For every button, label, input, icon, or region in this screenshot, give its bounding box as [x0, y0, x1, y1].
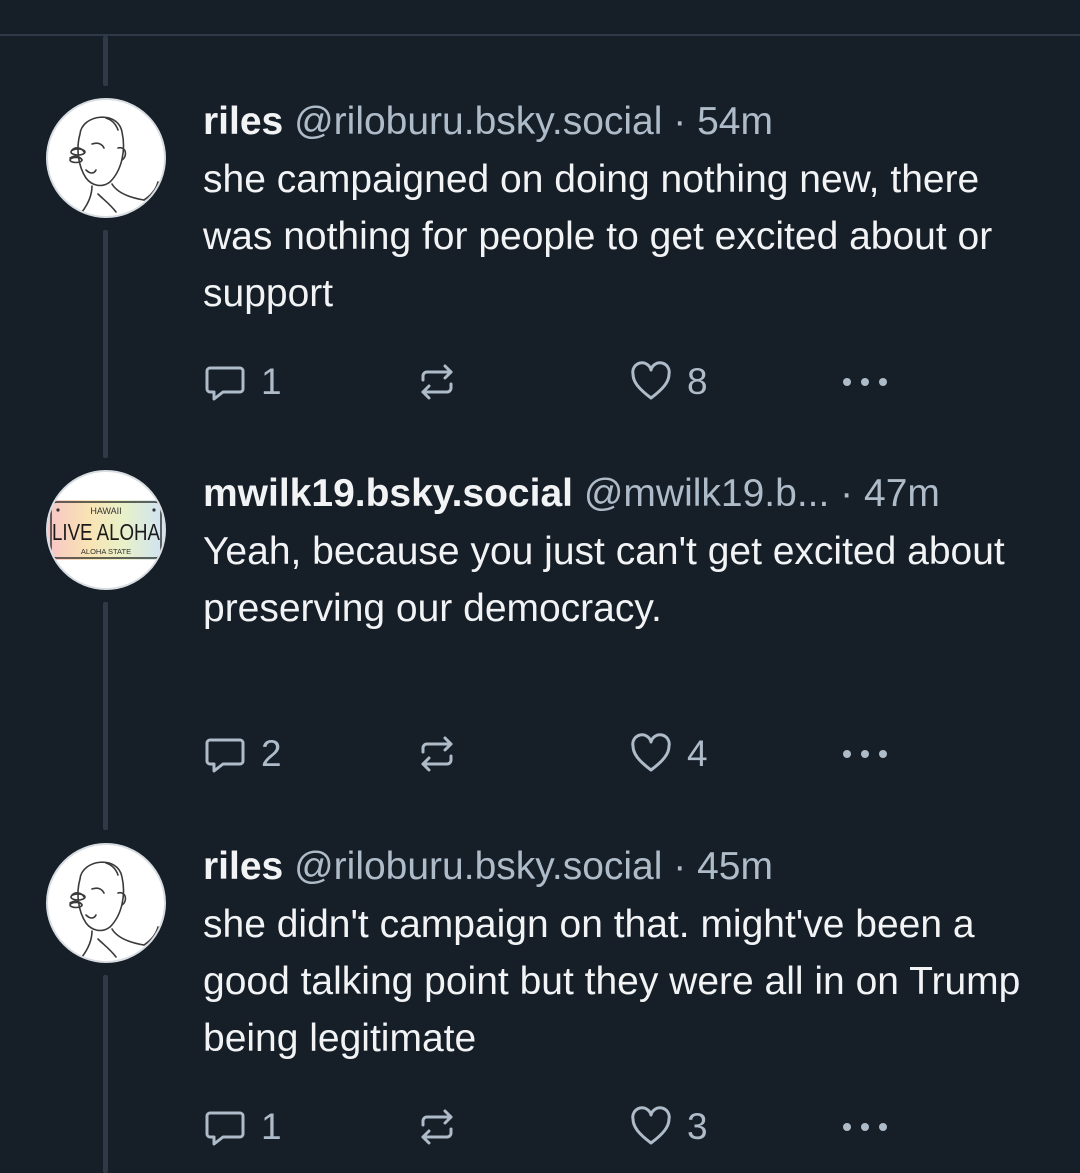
license-plate-avatar-icon: HAWAII LIVE ALOHA ALOHA STATE [48, 500, 164, 560]
plate-slogan-text: LIVE ALOHA [52, 519, 161, 545]
timestamp[interactable]: 54m [697, 100, 773, 143]
timestamp[interactable]: 45m [697, 845, 773, 888]
more-dots-icon [843, 378, 887, 386]
more-options-button[interactable] [839, 1105, 891, 1149]
reply-count: 1 [261, 1106, 282, 1147]
post-actions: 1 8 [203, 360, 1043, 404]
timestamp[interactable]: 47m [864, 472, 940, 515]
author-name[interactable]: riles [203, 845, 283, 888]
separator-dot: · [840, 472, 854, 515]
repost-button[interactable] [415, 360, 459, 404]
author-handle[interactable]: @mwilk19.b... [584, 472, 829, 515]
separator-dot: · [673, 100, 687, 143]
post-actions: 2 4 [203, 732, 1043, 776]
post-header: mwilk19.bsky.social @mwilk19.b... · 47m [203, 471, 1043, 517]
avatar[interactable] [46, 843, 166, 963]
reply-button[interactable]: 2 [203, 732, 282, 776]
post-text: she campaigned on doing nothing new, the… [203, 158, 993, 315]
reply-count: 2 [261, 733, 282, 774]
author-name[interactable]: mwilk19.bsky.social [203, 472, 573, 515]
reply-button[interactable]: 1 [203, 1105, 282, 1149]
heart-icon [631, 1106, 671, 1145]
post[interactable]: riles @riloburu.bsky.social · 54m she ca… [0, 98, 1080, 438]
post-content: riles @riloburu.bsky.social · 45m she di… [203, 843, 1043, 1067]
heart-icon [631, 733, 671, 772]
post-content: riles @riloburu.bsky.social · 54m she ca… [203, 98, 1043, 322]
author-handle[interactable]: @riloburu.bsky.social [294, 845, 662, 888]
heart-icon [631, 361, 671, 400]
plate-state-text: HAWAII [90, 506, 121, 516]
author-handle[interactable]: @riloburu.bsky.social [294, 100, 662, 143]
like-button[interactable]: 8 [629, 360, 708, 404]
avatar[interactable]: HAWAII LIVE ALOHA ALOHA STATE [46, 470, 166, 590]
reply-icon [205, 366, 245, 401]
top-divider [0, 34, 1080, 36]
post[interactable]: HAWAII LIVE ALOHA ALOHA STATE mwilk19.bs… [0, 470, 1080, 810]
like-count: 3 [687, 1106, 708, 1147]
sketch-portrait-avatar-icon [69, 861, 159, 958]
thread-line [103, 36, 108, 86]
separator-dot: · [673, 845, 687, 888]
reply-count: 1 [261, 361, 282, 402]
author-name[interactable]: riles [203, 100, 283, 143]
post-text: Yeah, because you just can't get excited… [203, 530, 1005, 630]
post-header: riles @riloburu.bsky.social · 45m [203, 844, 1043, 890]
more-dots-icon [843, 1123, 887, 1131]
like-button[interactable]: 3 [629, 1105, 708, 1149]
reply-icon [205, 738, 245, 773]
post-actions: 1 3 [203, 1105, 1043, 1149]
like-count: 4 [687, 733, 708, 774]
like-count: 8 [687, 361, 708, 402]
repost-icon [421, 736, 453, 772]
more-options-button[interactable] [839, 732, 891, 776]
repost-icon [421, 1109, 453, 1145]
post-text: she didn't campaign on that. might've be… [203, 903, 1021, 1060]
more-dots-icon [843, 750, 887, 758]
more-options-button[interactable] [839, 360, 891, 404]
like-button[interactable]: 4 [629, 732, 708, 776]
plate-motto-text: ALOHA STATE [81, 547, 131, 556]
post[interactable]: riles @riloburu.bsky.social · 45m she di… [0, 843, 1080, 1173]
repost-icon [421, 364, 453, 400]
post-content: mwilk19.bsky.social @mwilk19.b... · 47m … [203, 470, 1043, 637]
repost-button[interactable] [415, 732, 459, 776]
sketch-portrait-avatar-icon [69, 116, 159, 213]
repost-button[interactable] [415, 1105, 459, 1149]
post-header: riles @riloburu.bsky.social · 54m [203, 99, 1043, 145]
reply-button[interactable]: 1 [203, 360, 282, 404]
avatar[interactable] [46, 98, 166, 218]
reply-icon [205, 1111, 245, 1146]
